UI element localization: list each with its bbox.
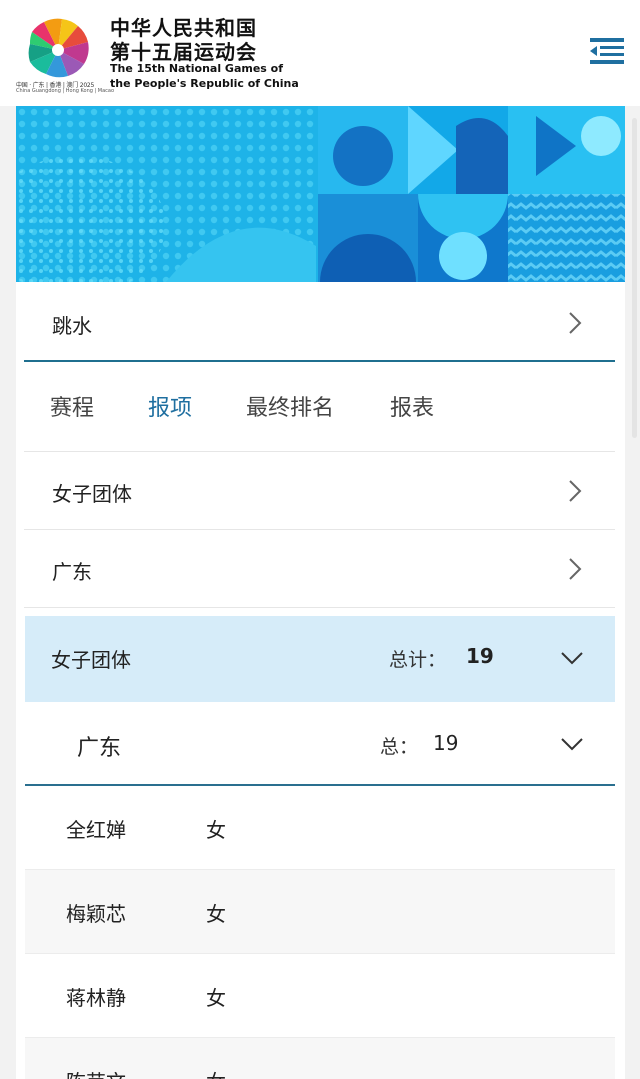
total-value: 19 (466, 644, 494, 668)
top-header: 中国 · 广东 | 香港 | 澳门 2025 China Guangdong |… (0, 0, 640, 106)
delegation-group-header[interactable]: 广东 总： 19 (25, 702, 615, 786)
tab-schedule[interactable]: 赛程 (50, 390, 94, 422)
tab-final-ranking[interactable]: 最终排名 (246, 390, 334, 422)
sport-label: 跳水 (52, 314, 92, 338)
title-en-line2: the People's Republic of China (110, 77, 299, 90)
page: 中国 · 广东 | 香港 | 澳门 2025 China Guangdong |… (0, 0, 640, 1079)
delegation-filter-label: 广东 (52, 560, 92, 584)
athlete-row: 全红婵 女 (25, 786, 615, 870)
chevron-down-icon (561, 652, 583, 665)
athlete-name: 全红婵 (66, 818, 126, 842)
chevron-right-icon (569, 480, 582, 502)
athlete-name: 梅颖芯 (66, 902, 126, 926)
content-card: 跳水 赛程 报项 最终排名 报表 女子团体 广东 女子团体 总计： 19 广东 … (16, 106, 625, 1079)
athlete-row: 梅颖芯 女 (25, 870, 615, 954)
sport-selector[interactable]: 跳水 (24, 282, 615, 362)
event-filter-label: 女子团体 (52, 482, 132, 506)
athlete-gender: 女 (206, 1066, 226, 1079)
tab-bar: 赛程 报项 最终排名 报表 (24, 364, 615, 452)
athlete-row: 蒋林静 女 (25, 954, 615, 1038)
title-en-line1: The 15th National Games of (110, 62, 284, 75)
chevron-right-icon (569, 312, 582, 334)
athlete-row: 陈芋文 女 (25, 1038, 615, 1079)
athlete-gender: 女 (206, 818, 226, 842)
menu-icon[interactable] (586, 32, 626, 70)
total-label: 总计： (389, 649, 447, 671)
logo-caption-en: China Guangdong | Hong Kong | Macao (16, 88, 115, 94)
title-cn-line2: 第十五届运动会 (110, 40, 257, 64)
athlete-name: 陈芋文 (66, 1066, 126, 1079)
event-group-header[interactable]: 女子团体 总计： 19 (25, 616, 615, 702)
event-filter[interactable]: 女子团体 (24, 452, 615, 530)
delegation-group-label: 广东 (77, 736, 122, 761)
event-group-label: 女子团体 (51, 648, 131, 672)
tab-reports[interactable]: 报表 (390, 390, 434, 422)
chevron-down-icon (561, 738, 583, 751)
delegation-filter[interactable]: 广东 (24, 530, 615, 608)
athlete-gender: 女 (206, 902, 226, 926)
tab-entries[interactable]: 报项 (148, 390, 192, 422)
chevron-right-icon (569, 558, 582, 580)
subtotal-value: 19 (433, 731, 459, 755)
athlete-name: 蒋林静 (66, 986, 126, 1010)
decorative-banner (16, 106, 625, 282)
page-scrollbar[interactable] (632, 118, 637, 438)
athlete-gender: 女 (206, 986, 226, 1010)
subtotal-label: 总： (380, 736, 419, 758)
